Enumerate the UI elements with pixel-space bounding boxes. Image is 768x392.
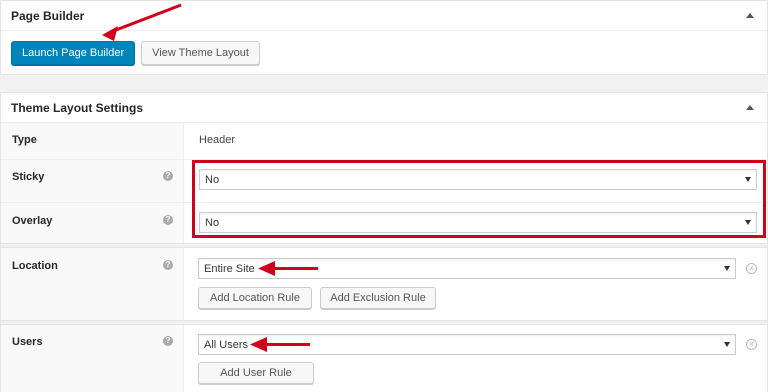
add-location-rule-button[interactable]: Add Location Rule <box>198 287 312 309</box>
location-select-value: Entire Site <box>204 262 255 275</box>
add-user-rule-button[interactable]: Add User Rule <box>198 362 314 384</box>
theme-layout-title: Theme Layout Settings <box>11 100 144 115</box>
page-builder-title: Page Builder <box>11 8 85 23</box>
sticky-label: Sticky <box>12 171 45 183</box>
overlay-label: Overlay <box>12 215 53 227</box>
annotation-arrowhead <box>102 26 118 41</box>
annotation-arrow <box>264 343 310 346</box>
users-select-value: All Users <box>204 338 249 351</box>
remove-icon[interactable]: × <box>746 263 757 274</box>
theme-layout-header[interactable]: Theme Layout Settings <box>1 93 767 123</box>
collapse-arrow-icon[interactable] <box>746 13 754 18</box>
type-label: Type <box>12 134 37 146</box>
type-value: Header <box>199 134 236 146</box>
annotation-arrowhead <box>258 261 275 276</box>
annotation-highlight-box <box>192 160 766 238</box>
launch-page-builder-button[interactable]: Launch Page Builder <box>11 41 136 65</box>
theme-layout-settings-panel: Theme Layout Settings Type Header Sticky… <box>0 92 768 392</box>
users-row: Users ? All Users × Add User Rule <box>1 325 767 392</box>
view-theme-layout-button[interactable]: View Theme Layout <box>141 41 260 65</box>
location-label: Location <box>12 260 58 272</box>
location-row: Location ? Entire Site × Add Location Ru… <box>1 248 767 320</box>
type-row: Type Header <box>1 123 767 159</box>
remove-icon[interactable]: × <box>746 339 757 350</box>
help-icon[interactable]: ? <box>163 171 173 181</box>
add-exclusion-rule-button[interactable]: Add Exclusion Rule <box>320 287 436 309</box>
users-label: Users <box>12 336 43 348</box>
help-icon[interactable]: ? <box>163 215 173 225</box>
collapse-arrow-icon[interactable] <box>746 105 754 110</box>
help-icon[interactable]: ? <box>163 336 173 346</box>
annotation-arrow <box>272 267 318 270</box>
help-icon[interactable]: ? <box>163 260 173 270</box>
dropdown-arrow-icon <box>724 266 730 271</box>
dropdown-arrow-icon <box>724 342 730 347</box>
annotation-arrowhead <box>250 337 267 352</box>
